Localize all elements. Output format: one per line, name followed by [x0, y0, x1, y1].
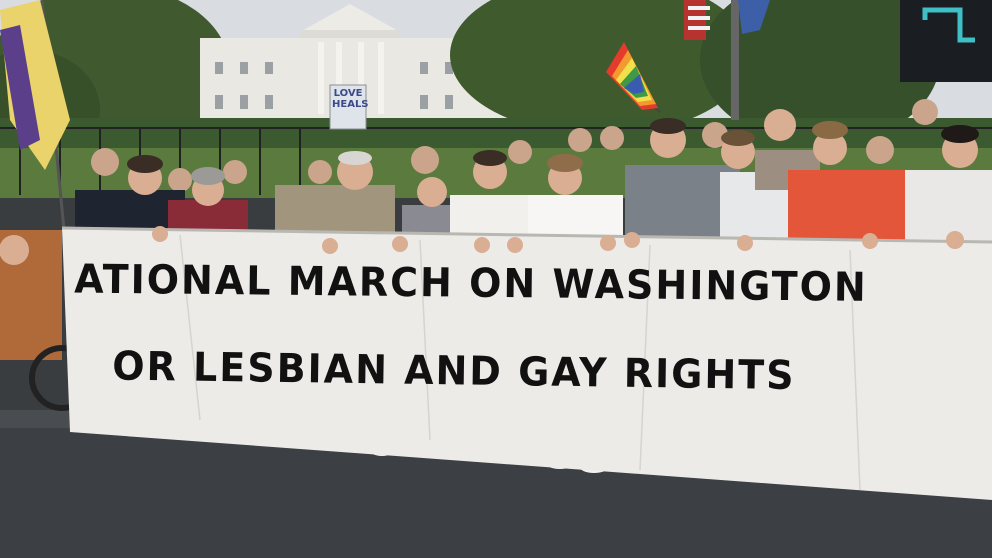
sign-text: LOVE HEALS: [332, 88, 369, 110]
banner-line-2: OR LESBIAN AND GAY RIGHTS: [112, 342, 796, 399]
banner-line-1: ATIONAL MARCH ON WASHINGTON: [74, 255, 868, 311]
photo-scene: LOVE HEALS ATIONAL MARCH ON WASHINGTON O…: [0, 0, 992, 558]
